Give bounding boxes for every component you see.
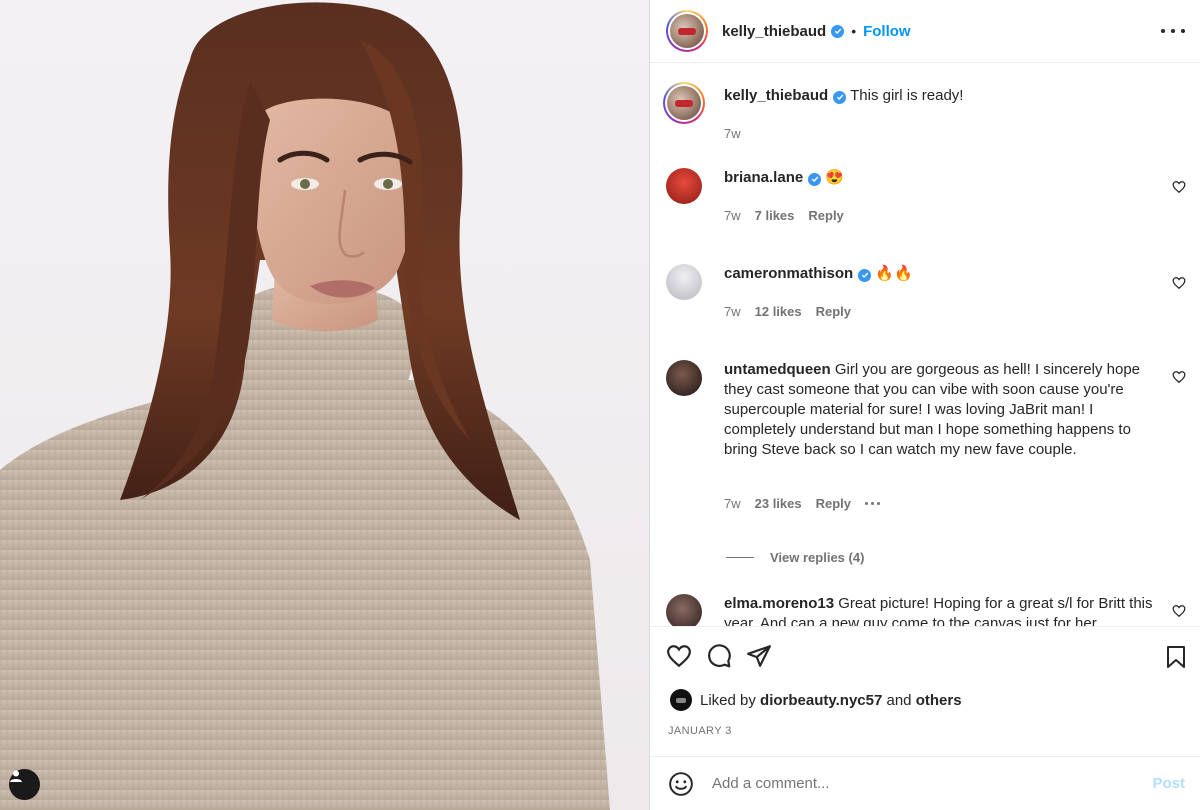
- add-comment-bar: Post: [650, 756, 1200, 810]
- likes-others-link[interactable]: others: [916, 692, 962, 709]
- reply-button[interactable]: Reply: [816, 496, 851, 511]
- emoji-icon[interactable]: [668, 771, 694, 797]
- comment-likes[interactable]: 12 likes: [755, 304, 802, 319]
- like-comment-heart-icon[interactable]: [1172, 604, 1186, 618]
- likes-conjunction: and: [886, 691, 912, 709]
- portrait-image: [0, 2, 610, 810]
- comment-text: 😍: [825, 169, 845, 186]
- verified-badge-icon: [833, 90, 847, 104]
- caption-text: This girl is ready!: [850, 87, 964, 104]
- user-icon: [10, 770, 22, 782]
- like-comment-heart-icon[interactable]: [1172, 276, 1186, 290]
- post-comment-button[interactable]: Post: [1152, 775, 1185, 792]
- separator-dot: •: [851, 23, 857, 39]
- caption-avatar[interactable]: [663, 82, 705, 124]
- post-date[interactable]: JANUARY 3: [668, 725, 732, 737]
- save-bookmark-icon[interactable]: [1165, 645, 1187, 669]
- comment-time[interactable]: 7w: [724, 496, 741, 511]
- view-replies-button[interactable]: View replies (4): [726, 550, 864, 565]
- comment-likes[interactable]: 7 likes: [755, 208, 795, 223]
- liker-username[interactable]: diorbeauty.nyc57: [760, 692, 882, 709]
- view-replies-label: View replies (4): [770, 550, 865, 565]
- post-actions: Liked by diorbeauty.nyc57 and others JAN…: [650, 626, 1200, 756]
- like-comment-heart-icon[interactable]: [1172, 180, 1186, 194]
- post-sidebar: kelly_thiebaud • Follow kelly_thiebaud T…: [649, 0, 1200, 810]
- reply-button[interactable]: Reply: [808, 208, 843, 223]
- comment-username[interactable]: untamedqueen: [724, 361, 831, 378]
- verified-badge-icon: [831, 24, 845, 38]
- author-username[interactable]: kelly_thiebaud: [722, 23, 826, 40]
- replies-divider: [726, 557, 754, 558]
- comment-icon[interactable]: [706, 643, 732, 669]
- post-header: kelly_thiebaud • Follow: [650, 0, 1200, 63]
- like-heart-icon[interactable]: [666, 643, 692, 669]
- verified-badge-icon: [808, 172, 822, 186]
- follow-button[interactable]: Follow: [863, 23, 911, 40]
- comments-list[interactable]: kelly_thiebaud This girl is ready! 7w br…: [650, 64, 1200, 626]
- comment-time[interactable]: 7w: [724, 304, 741, 319]
- comment-username[interactable]: cameronmathison: [724, 265, 853, 282]
- comment-username[interactable]: briana.lane: [724, 169, 803, 186]
- tagged-user-button[interactable]: [9, 769, 40, 800]
- commenter-avatar[interactable]: [666, 168, 702, 204]
- caption-time[interactable]: 7w: [724, 126, 741, 141]
- comment-input[interactable]: [712, 775, 1200, 792]
- comment-username[interactable]: elma.moreno13: [724, 595, 834, 612]
- caption-username[interactable]: kelly_thiebaud: [724, 87, 828, 104]
- liker-avatar[interactable]: [670, 689, 692, 711]
- likes-prefix: Liked by: [700, 691, 756, 709]
- author-avatar[interactable]: [666, 10, 708, 52]
- comment-time[interactable]: 7w: [724, 208, 741, 223]
- commenter-avatar[interactable]: [666, 594, 702, 626]
- share-send-icon[interactable]: [746, 643, 772, 669]
- reply-button[interactable]: Reply: [816, 304, 851, 319]
- like-comment-heart-icon[interactable]: [1172, 370, 1186, 384]
- commenter-avatar[interactable]: [666, 360, 702, 396]
- more-options-icon[interactable]: [1161, 20, 1185, 42]
- commenter-avatar[interactable]: [666, 264, 702, 300]
- post-photo[interactable]: [0, 0, 649, 810]
- verified-badge-icon: [858, 268, 872, 282]
- comment-likes[interactable]: 23 likes: [755, 496, 802, 511]
- comment-options-icon[interactable]: [865, 502, 881, 505]
- likes-summary: Liked by diorbeauty.nyc57 and others: [670, 689, 962, 711]
- comment-text: 🔥🔥: [875, 265, 913, 282]
